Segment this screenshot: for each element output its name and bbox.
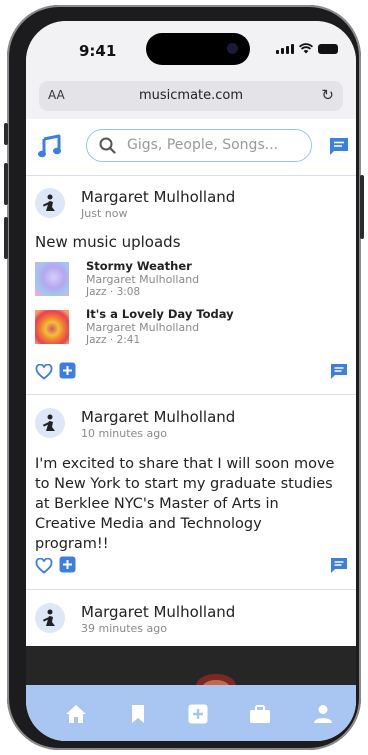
avatar[interactable] — [35, 188, 65, 218]
musician-icon — [42, 414, 55, 431]
avatar[interactable] — [35, 603, 65, 633]
comment-icon[interactable] — [330, 557, 348, 574]
post-time: Just now — [81, 207, 128, 220]
status-icons — [276, 43, 338, 54]
status-time: 9:41 — [79, 42, 117, 60]
screen: 9:41 AA musicmate.com ↻ Gigs, People, So… — [26, 21, 356, 741]
feed-post: Margaret Mulholland 10 minutes ago I'm e… — [26, 396, 356, 590]
comment-icon[interactable] — [330, 363, 348, 380]
camera-icon — [227, 43, 238, 54]
home-icon[interactable] — [63, 702, 89, 726]
app-header — [26, 119, 356, 176]
briefcase-icon[interactable] — [247, 702, 273, 726]
message-icon[interactable] — [328, 136, 350, 157]
add-icon[interactable] — [59, 362, 76, 379]
post-author[interactable]: Margaret Mulholland — [81, 603, 235, 621]
add-icon[interactable] — [59, 556, 76, 573]
post-text: New music uploads — [35, 233, 181, 251]
musician-icon — [42, 194, 55, 211]
post-time: 10 minutes ago — [81, 427, 167, 440]
avatar[interactable] — [35, 408, 65, 438]
power-button — [360, 175, 364, 239]
profile-icon[interactable] — [310, 702, 336, 726]
volume-up-button — [4, 163, 8, 205]
track-item[interactable]: It's a Lovely Day Today Margaret Mulholl… — [35, 307, 325, 346]
dynamic-island — [146, 33, 250, 65]
track-artist: Margaret Mulholland — [86, 273, 200, 286]
post-author[interactable]: Margaret Mulholland — [81, 188, 235, 206]
page-content: Margaret Mulholland Just now New music u… — [26, 119, 356, 685]
reload-icon[interactable]: ↻ — [321, 86, 334, 104]
heart-icon[interactable] — [35, 364, 53, 380]
phone-frame: 9:41 AA musicmate.com ↻ Gigs, People, So… — [4, 5, 364, 750]
track-artist: Margaret Mulholland — [86, 321, 200, 334]
post-media[interactable] — [26, 646, 356, 685]
feed-post: Margaret Mulholland Just now New music u… — [26, 176, 356, 395]
bookmark-icon[interactable] — [125, 702, 151, 726]
mute-switch — [4, 123, 8, 145]
volume-down-button — [4, 217, 8, 259]
music-note-icon[interactable] — [37, 133, 63, 159]
search-icon — [99, 137, 116, 154]
wifi-icon — [299, 43, 313, 54]
track-meta: Jazz · 2:41 — [86, 334, 141, 346]
post-time: 39 minutes ago — [81, 622, 167, 635]
track-meta: Jazz · 3:08 — [86, 286, 141, 298]
track-title[interactable]: Stormy Weather — [86, 259, 192, 273]
add-icon[interactable] — [185, 702, 211, 726]
track-item[interactable]: Stormy Weather Margaret Mulholland Jazz … — [35, 259, 325, 298]
musician-icon — [42, 609, 55, 626]
battery-icon — [318, 43, 338, 54]
search-box[interactable] — [86, 129, 312, 162]
post-photo — [26, 646, 356, 685]
album-art — [35, 262, 69, 296]
bottom-tab-bar — [26, 685, 356, 741]
signal-icon — [276, 43, 294, 54]
search-input[interactable] — [125, 136, 309, 154]
heart-icon[interactable] — [35, 558, 53, 574]
address-bar[interactable]: AA musicmate.com ↻ — [39, 81, 343, 111]
post-text: I'm excited to share that I will soon mo… — [35, 456, 335, 552]
track-title[interactable]: It's a Lovely Day Today — [86, 307, 234, 321]
album-art — [35, 310, 69, 344]
url-text[interactable]: musicmate.com — [39, 88, 343, 103]
status-bar: 9:41 — [26, 21, 356, 79]
post-author[interactable]: Margaret Mulholland — [81, 408, 235, 426]
